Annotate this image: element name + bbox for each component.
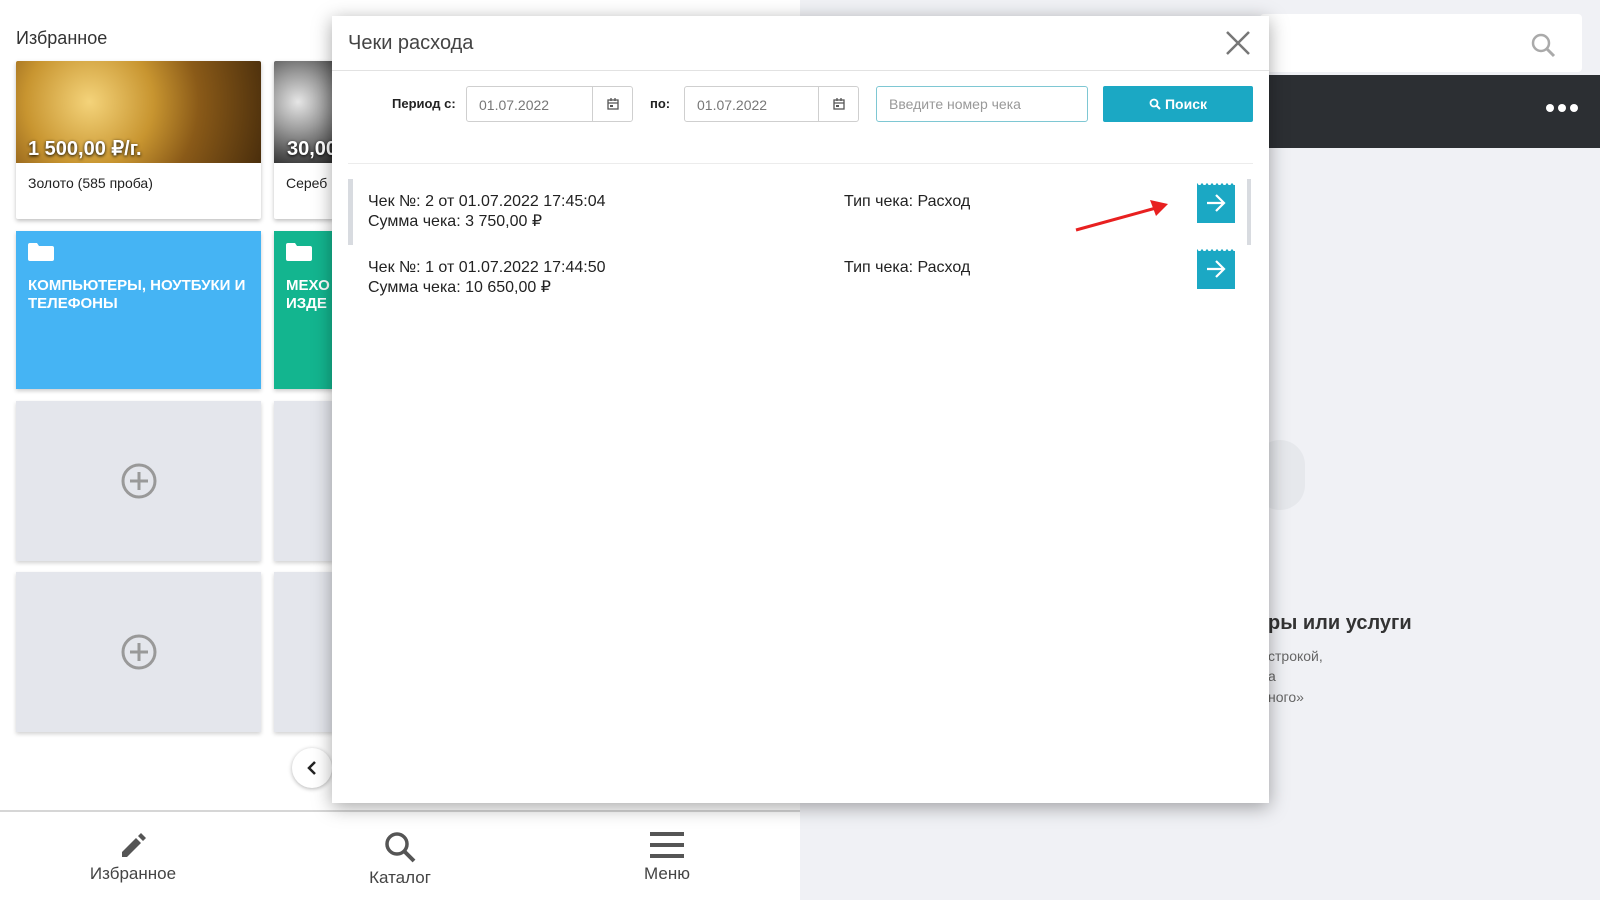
product-name: Золото (585 проба) — [28, 175, 153, 191]
period-to-label: по: — [650, 96, 671, 111]
product-search-bar[interactable] — [1260, 14, 1582, 72]
empty-state-hint: а — [1268, 668, 1276, 684]
search-icon — [1149, 98, 1161, 110]
category-label: КОМПЬЮТЕРЫ, НОУТБУКИ И ТЕЛЕФОНЫ — [28, 277, 246, 312]
search-icon — [385, 832, 416, 863]
calendar-icon — [606, 98, 619, 110]
category-tile-computers[interactable]: КОМПЬЮТЕРЫ, НОУТБУКИ И ТЕЛЕФОНЫ — [16, 231, 261, 389]
nav-label: Каталог — [369, 868, 431, 887]
nav-label: Меню — [644, 864, 690, 883]
add-circle-icon — [121, 463, 156, 499]
folder-icon — [286, 243, 312, 261]
product-price: 1 500,00 ₽/г. — [28, 138, 142, 160]
product-name: Сереб — [286, 175, 328, 191]
receipt-sum: Сумма чека: 3 750,00 ₽ — [368, 213, 542, 230]
annotation-arrow-icon — [1075, 200, 1168, 232]
product-tile-silver[interactable]: 30,00 Сереб — [274, 61, 334, 219]
product-image: 30,00 — [274, 61, 334, 163]
dialog-title: Чеки расхода — [348, 32, 474, 54]
category-tile-fur[interactable]: МЕХО ИЗДЕ — [274, 231, 334, 389]
selected-row-indicator — [348, 179, 353, 245]
calendar-button[interactable] — [592, 87, 632, 121]
date-from-field[interactable]: 01.07.2022 — [466, 86, 633, 122]
search-button[interactable]: Поиск — [1103, 86, 1253, 122]
receipt-toolbar — [1260, 75, 1600, 148]
nav-favorites[interactable]: Избранное — [53, 822, 213, 884]
product-image: 1 500,00 ₽/г. — [16, 61, 261, 163]
nav-menu[interactable]: Меню — [587, 822, 747, 884]
chevron-left-icon — [307, 761, 316, 775]
arrow-right-icon — [1207, 194, 1226, 212]
arrow-right-icon — [1207, 260, 1226, 278]
hamburger-icon — [650, 832, 684, 858]
dialog-header: Чеки расхода — [332, 16, 1269, 71]
empty-state-title: ры или услуги — [1268, 612, 1412, 634]
more-options-icon[interactable] — [1546, 104, 1578, 112]
search-icon — [1531, 33, 1556, 58]
pencil-icon — [122, 833, 146, 857]
period-from-label: Период с: — [392, 96, 456, 111]
receipt-number-input[interactable] — [876, 86, 1088, 122]
nav-label: Избранное — [89, 864, 177, 883]
folder-icon — [28, 243, 54, 261]
close-icon[interactable] — [1225, 30, 1251, 56]
product-tile-gold[interactable]: 1 500,00 ₽/г. Золото (585 проба) — [16, 61, 261, 219]
date-to-value: 01.07.2022 — [697, 97, 768, 113]
calendar-icon — [832, 98, 845, 110]
add-favorite-tile[interactable] — [16, 401, 261, 561]
receipt-title: Чек №: 1 от 01.07.2022 17:44:50 — [368, 259, 606, 276]
divider — [348, 163, 1253, 164]
search-button-label: Поиск — [1164, 96, 1207, 112]
add-favorite-tile[interactable] — [16, 572, 261, 732]
receipt-type: Тип чека: Расход — [844, 259, 971, 276]
product-price: 30,00 — [287, 138, 334, 160]
open-receipt-button[interactable] — [1197, 183, 1235, 223]
prev-page-button[interactable] — [292, 748, 332, 788]
nav-catalog[interactable]: Каталог — [320, 822, 480, 888]
receipt-sum: Сумма чека: 10 650,00 ₽ — [368, 279, 551, 296]
receipt-row[interactable]: Чек №: 1 от 01.07.2022 17:44:50 Сумма че… — [368, 249, 1248, 315]
open-receipt-button[interactable] — [1197, 249, 1235, 289]
add-favorite-tile[interactable] — [274, 572, 334, 732]
receipt-title: Чек №: 2 от 01.07.2022 17:45:04 — [368, 193, 606, 210]
expense-receipts-dialog: Чеки расхода Период с: 01.07.2022 по: 01… — [332, 16, 1269, 803]
date-to-field[interactable]: 01.07.2022 — [684, 86, 859, 122]
category-label: МЕХО ИЗДЕ — [286, 277, 330, 312]
add-circle-icon — [121, 634, 156, 670]
bottom-navigation: Избранное Каталог Меню — [0, 810, 800, 900]
add-favorite-tile[interactable] — [274, 401, 334, 561]
empty-state-hint: строкой, — [1268, 648, 1323, 664]
favorites-title: Избранное — [16, 28, 108, 48]
calendar-button[interactable] — [818, 87, 858, 121]
filter-row: Период с: 01.07.2022 по: 01.07.2022 Поис… — [332, 86, 1269, 122]
date-from-value: 01.07.2022 — [479, 97, 550, 113]
empty-state-hint: ного» — [1268, 689, 1304, 705]
receipt-type: Тип чека: Расход — [844, 193, 971, 210]
